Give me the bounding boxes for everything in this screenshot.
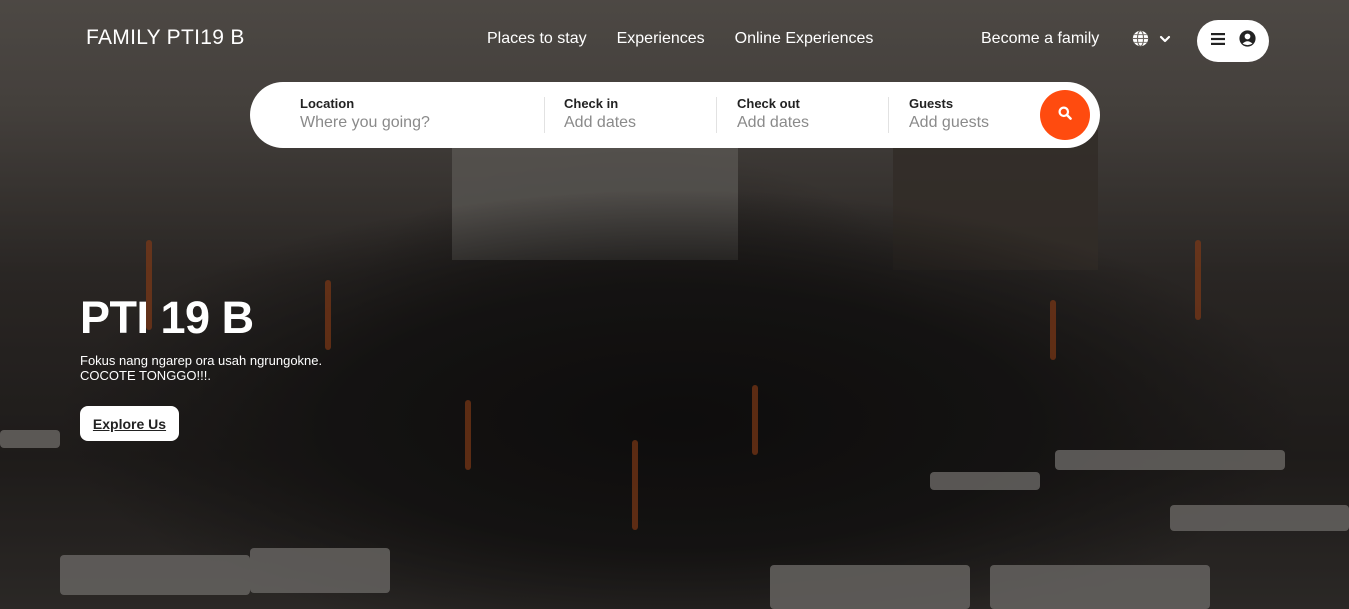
become-a-family-link[interactable]: Become a family — [981, 30, 1099, 48]
hero-subtitle-line-1: Fokus nang ngarep ora usah ngrungokne. — [80, 353, 323, 368]
globe-icon — [1132, 30, 1149, 47]
divider — [888, 97, 889, 133]
check-out-field[interactable]: Check out Add dates — [737, 96, 887, 132]
nav-experiences[interactable]: Experiences — [617, 30, 705, 48]
search-button[interactable] — [1040, 90, 1090, 140]
search-icon — [1058, 106, 1072, 125]
check-out-label: Check out — [737, 96, 800, 111]
check-in-label: Check in — [564, 96, 619, 111]
divider — [716, 97, 717, 133]
nav-online-experiences[interactable]: Online Experiences — [735, 30, 874, 48]
user-menu-button[interactable] — [1197, 20, 1269, 62]
location-label: Location — [300, 96, 355, 111]
location-placeholder: Where you going? — [300, 114, 430, 131]
check-in-placeholder: Add dates — [564, 114, 637, 131]
hamburger-menu-icon — [1210, 32, 1225, 50]
language-selector[interactable] — [1132, 30, 1171, 47]
hero-subtitle-line-2: COCOTE TONGGO!!!. — [80, 368, 211, 383]
guests-field[interactable]: Guests Add guests — [909, 96, 1034, 132]
brand-logo-text[interactable]: FAMILY PTI19 B — [86, 26, 245, 50]
explore-us-button[interactable]: Explore Us — [80, 406, 179, 441]
guests-placeholder: Add guests — [909, 114, 990, 131]
location-field[interactable]: Location Where you going? — [300, 96, 540, 132]
check-out-placeholder: Add dates — [737, 114, 810, 131]
hero-subtitle: Fokus nang ngarep ora usah ngrungokne. C… — [80, 353, 400, 383]
search-bar: Location Where you going? Check in Add d… — [250, 82, 1100, 148]
divider — [544, 97, 545, 133]
main-nav: Places to stay Experiences Online Experi… — [487, 30, 873, 48]
check-in-field[interactable]: Check in Add dates — [564, 96, 714, 132]
nav-places-to-stay[interactable]: Places to stay — [487, 30, 587, 48]
hero-title: PTI 19 B — [80, 292, 254, 343]
guests-label: Guests — [909, 96, 954, 111]
chevron-down-icon — [1159, 33, 1171, 45]
site-header: FAMILY PTI19 B Places to stay Experience… — [0, 0, 1349, 80]
user-circle-icon — [1238, 30, 1256, 52]
